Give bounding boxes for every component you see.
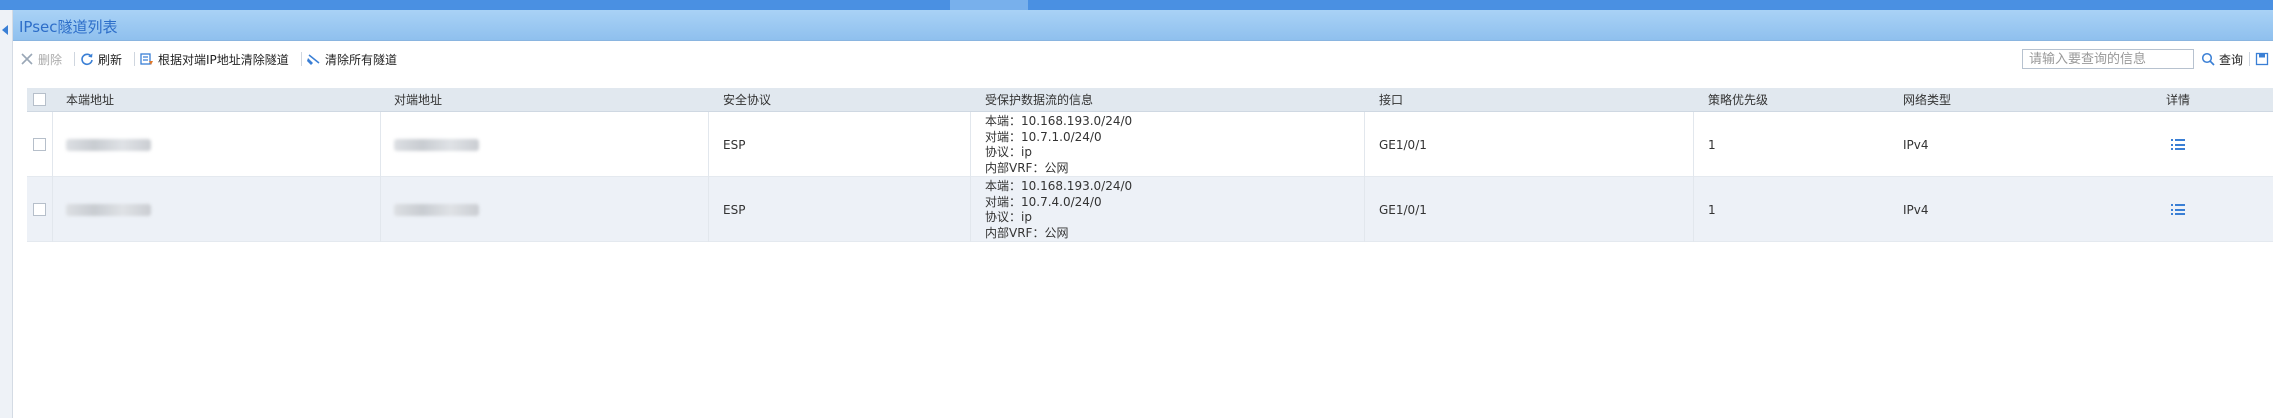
col-header-peer-address[interactable]: 对端地址 — [394, 88, 442, 112]
left-collapse-bar[interactable] — [0, 10, 13, 418]
col-header-security-protocol[interactable]: 安全协议 — [723, 88, 771, 112]
local-address-cell — [66, 112, 151, 177]
clear-all-label: 清除所有隧道 — [325, 52, 398, 67]
col-header-network-type[interactable]: 网络类型 — [1903, 88, 1951, 112]
details-list-icon[interactable] — [2171, 139, 2185, 150]
flow-info-vrf: 内部VRF：公网 — [985, 225, 1069, 240]
refresh-label: 刷新 — [98, 52, 123, 67]
toolbar-divider — [134, 52, 135, 66]
panel-title: IPsec隧道列表 — [19, 18, 118, 36]
column-divider — [708, 177, 709, 242]
details-list-icon[interactable] — [2171, 204, 2185, 215]
clear-by-peer-label: 根据对端IP地址清除隧道 — [158, 52, 289, 67]
col-header-protected-flow-info[interactable]: 受保护数据流的信息 — [985, 88, 1093, 112]
delete-x-icon — [21, 53, 33, 65]
table-header: 本端地址 对端地址 安全协议 受保护数据流的信息 接口 策略优先级 网络类型 详… — [27, 88, 2273, 112]
security-protocol-cell: ESP — [723, 137, 746, 152]
panel-header: IPsec隧道列表 — [13, 10, 2273, 41]
clear-all-button[interactable]: 清除所有隧道 — [307, 50, 397, 68]
network-type-cell: IPv4 — [1903, 137, 1929, 152]
toolbar: 删除 刷新 根据对端IP地址清除隧道 清除所有隧道 查询 — [13, 44, 2273, 74]
interface-cell: GE1/0/1 — [1379, 202, 1427, 217]
flow-info-lines: 本端：10.168.193.0/24/0 对端：10.7.1.0/24/0 协议… — [985, 114, 1132, 176]
protected-flow-info-cell: 本端：10.168.193.0/24/0 对端：10.7.4.0/24/0 协议… — [985, 177, 1365, 242]
clear-by-peer-button[interactable]: 根据对端IP地址清除隧道 — [140, 50, 289, 68]
flow-info-peer: 对端：10.7.4.0/24/0 — [985, 194, 1102, 209]
export-button[interactable] — [2255, 50, 2273, 68]
flow-info-protocol: 协议：ip — [985, 145, 1032, 159]
refresh-icon — [81, 53, 93, 66]
top-navigation — [0, 0, 2273, 10]
network-type-cell: IPv4 — [1903, 202, 1929, 217]
select-all-checkbox[interactable] — [33, 93, 46, 106]
export-icon — [2255, 52, 2269, 66]
broom-icon — [307, 54, 320, 65]
flow-info-protocol: 协议：ip — [985, 210, 1032, 224]
flow-info-local: 本端：10.168.193.0/24/0 — [985, 179, 1133, 193]
search-icon — [2201, 52, 2215, 66]
col-header-policy-priority[interactable]: 策略优先级 — [1708, 88, 1768, 112]
column-divider — [380, 112, 381, 177]
toolbar-divider — [301, 52, 302, 66]
peer-address-cell — [394, 177, 479, 242]
flow-info-peer: 对端：10.7.1.0/24/0 — [985, 129, 1102, 144]
row-checkbox[interactable] — [33, 138, 46, 151]
clear-tunnel-icon — [140, 53, 153, 65]
col-header-interface[interactable]: 接口 — [1379, 88, 1403, 112]
flow-info-lines: 本端：10.168.193.0/24/0 对端：10.7.4.0/24/0 协议… — [985, 179, 1132, 241]
table-row[interactable]: ESP 本端：10.168.193.0/24/0 对端：10.7.1.0/24/… — [27, 112, 2273, 177]
column-divider — [1693, 177, 1694, 242]
toolbar-divider — [74, 52, 75, 66]
peer-address-cell — [394, 112, 479, 177]
interface-cell: GE1/0/1 — [1379, 137, 1427, 152]
row-checkbox[interactable] — [33, 203, 46, 216]
policy-priority-cell: 1 — [1708, 202, 1716, 217]
security-protocol-cell: ESP — [723, 202, 746, 217]
column-divider — [970, 112, 971, 177]
redacted-local-address — [66, 203, 151, 216]
table-row[interactable]: ESP 本端：10.168.193.0/24/0 对端：10.7.4.0/24/… — [27, 177, 2273, 242]
protected-flow-info-cell: 本端：10.168.193.0/24/0 对端：10.7.1.0/24/0 协议… — [985, 112, 1365, 177]
column-divider — [380, 177, 381, 242]
query-label: 查询 — [2219, 52, 2244, 67]
flow-info-vrf: 内部VRF：公网 — [985, 160, 1069, 175]
col-header-details[interactable]: 详情 — [2166, 88, 2190, 112]
toolbar-divider — [2249, 52, 2250, 66]
delete-button[interactable]: 删除 — [20, 50, 62, 68]
delete-label: 删除 — [38, 52, 63, 67]
policy-priority-cell: 1 — [1708, 137, 1716, 152]
redacted-peer-address — [394, 203, 479, 216]
column-divider — [708, 112, 709, 177]
collapse-arrow-icon[interactable] — [2, 25, 8, 35]
search-input[interactable] — [2022, 49, 2194, 69]
column-divider — [52, 177, 53, 242]
query-button[interactable]: 查询 — [2201, 50, 2243, 68]
flow-info-local: 本端：10.168.193.0/24/0 — [985, 114, 1133, 128]
redacted-local-address — [66, 138, 151, 151]
column-divider — [52, 112, 53, 177]
column-divider — [1693, 112, 1694, 177]
refresh-button[interactable]: 刷新 — [80, 50, 122, 68]
column-divider — [970, 177, 971, 242]
col-header-local-address[interactable]: 本端地址 — [66, 88, 114, 112]
local-address-cell — [66, 177, 151, 242]
nav-tab-active[interactable] — [950, 0, 1028, 10]
redacted-peer-address — [394, 138, 479, 151]
